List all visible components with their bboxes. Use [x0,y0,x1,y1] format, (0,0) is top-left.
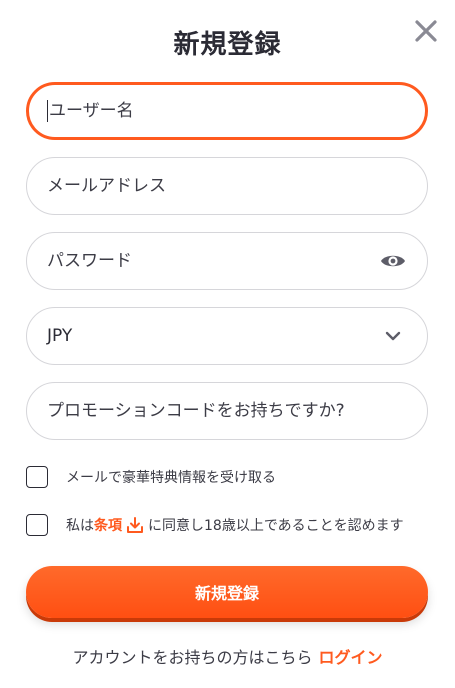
email-field-wrapper [26,157,428,215]
promo-code-input[interactable] [47,401,407,421]
username-input[interactable] [49,101,407,121]
chevron-down-icon [379,322,407,350]
download-icon[interactable] [126,516,144,534]
promo-email-label: メールで豪華特典情報を受け取る [66,470,276,486]
close-icon [415,20,437,42]
login-link[interactable]: ログイン [319,648,383,667]
terms-row: 私は 条項 に同意し18歳以上であることを認めます [26,514,404,536]
password-input[interactable] [47,251,379,271]
email-input[interactable] [47,176,407,196]
promo-field-wrapper [26,382,428,440]
login-prompt-text: アカウントをお持ちの方はこちら [72,648,313,667]
close-button[interactable] [411,16,441,46]
username-field-wrapper [26,82,428,140]
text-caret [47,100,48,122]
eye-icon [381,255,405,267]
show-password-button[interactable] [379,247,407,275]
page-title: 新規登録 [173,30,282,60]
promo-email-row: メールで豪華特典情報を受け取る [26,466,276,488]
terms-checkbox[interactable] [26,514,48,536]
promo-email-checkbox[interactable] [26,466,48,488]
register-button[interactable]: 新規登録 [26,566,428,618]
currency-selected-value: JPY [47,326,73,346]
login-prompt: アカウントをお持ちの方はこちら ログイン [0,644,455,668]
terms-link[interactable]: 条項 [94,515,122,535]
terms-suffix: に同意し18歳以上であることを認めます [148,518,404,534]
password-field-wrapper [26,232,428,290]
signup-modal: 新規登録 JPY [0,0,455,688]
terms-prefix: 私は [66,518,94,534]
currency-select[interactable]: JPY [26,307,428,365]
